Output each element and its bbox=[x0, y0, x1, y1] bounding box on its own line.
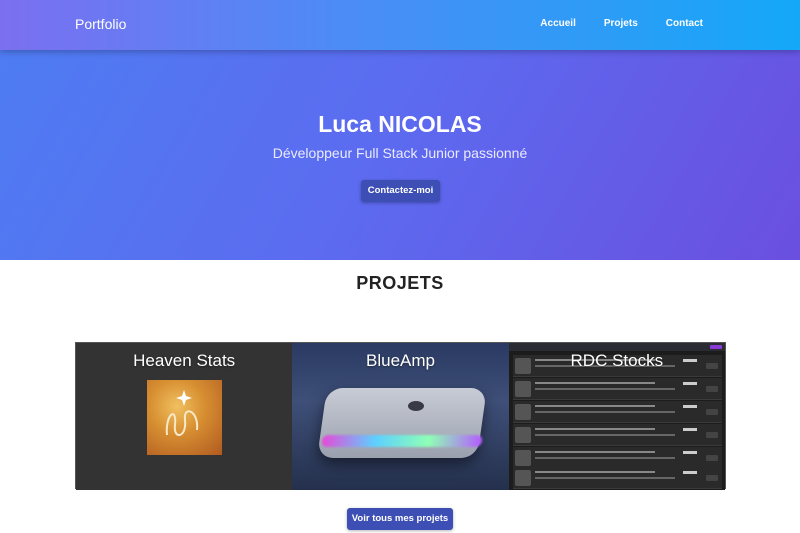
rdc-screenshot-header-icon bbox=[508, 343, 725, 351]
rdc-badge-icon bbox=[709, 345, 722, 349]
hero-section: Luca NICOLAS Développeur Full Stack Juni… bbox=[0, 50, 800, 260]
nav-link-accueil[interactable]: Accueil bbox=[540, 18, 576, 29]
projects-gallery: Heaven Stats BlueAmp RDC Stocks bbox=[75, 342, 726, 490]
project-card-blueamp[interactable]: BlueAmp bbox=[292, 343, 509, 490]
rdc-stock-row-icon bbox=[512, 378, 722, 400]
project-card-title: BlueAmp bbox=[366, 351, 435, 370]
nav-link-contact[interactable]: Contact bbox=[666, 18, 703, 29]
heaven-stats-logo-icon bbox=[147, 380, 222, 455]
blueamp-led-strip-icon bbox=[321, 435, 484, 447]
view-all-projects-button[interactable]: Voir tous mes projets bbox=[347, 508, 453, 530]
rdc-stock-row-icon bbox=[512, 467, 722, 489]
blueamp-device-icon bbox=[317, 388, 488, 458]
nav-links: Accueil Projets Contact bbox=[540, 18, 703, 29]
rdc-stock-row-icon bbox=[512, 401, 722, 423]
contact-button[interactable]: Contactez-moi bbox=[361, 180, 440, 202]
navbar: Portfolio Accueil Projets Contact bbox=[0, 0, 800, 50]
hero-title: Luca NICOLAS bbox=[318, 111, 482, 137]
project-card-title: RDC Stocks bbox=[570, 351, 664, 370]
brand-logo[interactable]: Portfolio bbox=[75, 16, 126, 32]
project-card-title: Heaven Stats bbox=[133, 351, 236, 370]
rdc-stock-row-icon bbox=[512, 424, 722, 446]
project-card-rdc-stocks[interactable]: RDC Stocks bbox=[508, 343, 725, 490]
hero-subtitle: Développeur Full Stack Junior passionné bbox=[272, 145, 528, 161]
rdc-stock-row-icon bbox=[512, 447, 722, 469]
projects-title: PROJETS bbox=[356, 273, 444, 293]
nav-link-projets[interactable]: Projets bbox=[604, 18, 638, 29]
project-card-heaven-stats[interactable]: Heaven Stats bbox=[76, 343, 293, 490]
